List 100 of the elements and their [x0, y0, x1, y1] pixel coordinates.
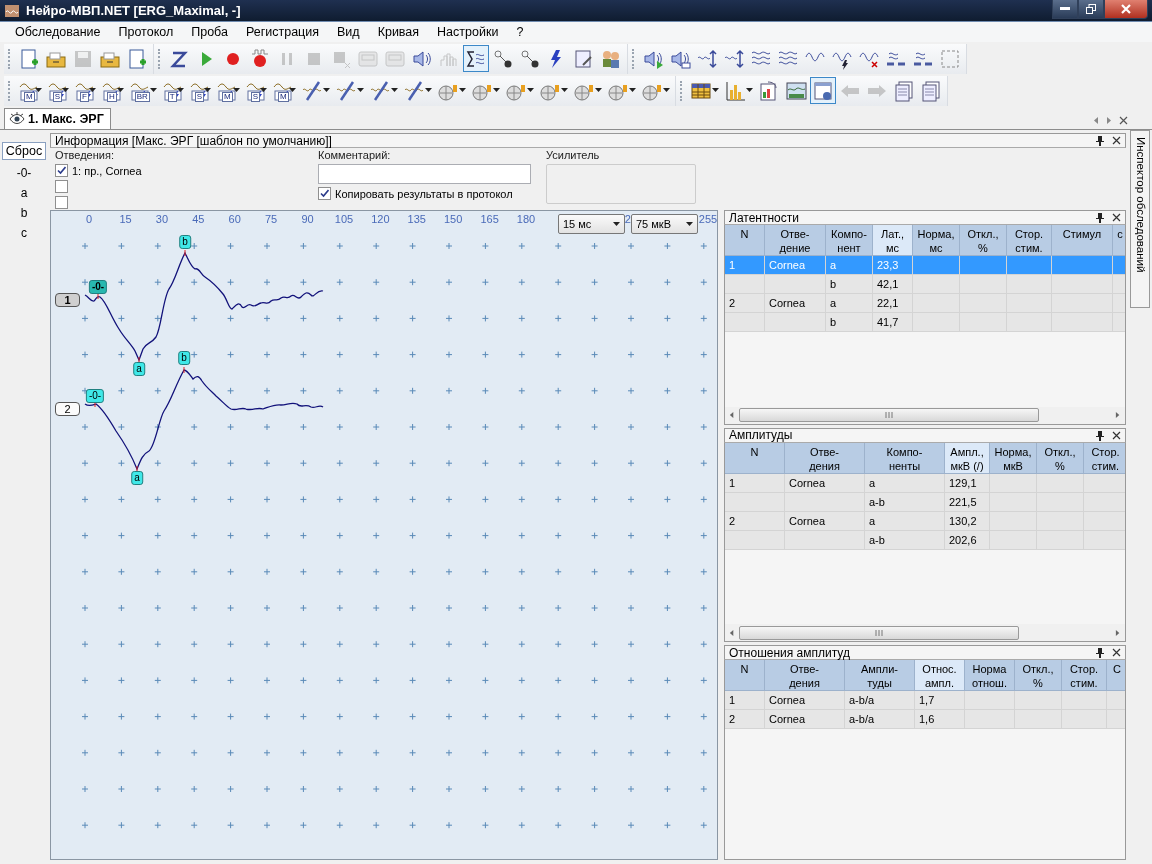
close-button[interactable] — [1104, 0, 1148, 19]
stimulus-wave-button[interactable]: S — [186, 77, 214, 104]
column-header[interactable]: с — [1113, 225, 1125, 256]
sweep-dropdown[interactable]: 15 мс — [558, 214, 625, 234]
column-header[interactable]: Стор. стим. — [1084, 442, 1125, 474]
peak-marker[interactable]: a — [131, 471, 143, 485]
stimulus-wave-button[interactable]: T — [159, 77, 186, 104]
stimulus-wave-button[interactable]: M — [214, 77, 242, 104]
column-header[interactable]: Отве- дения — [785, 442, 865, 474]
column-header[interactable]: Стор. стим. — [1062, 660, 1107, 692]
checkbox[interactable] — [55, 196, 68, 209]
menu-item[interactable]: Регистрация — [236, 25, 329, 39]
column-header[interactable]: Отве- дения — [765, 660, 845, 692]
peak-marker[interactable]: b — [179, 235, 191, 249]
window-info-icon — [811, 79, 834, 102]
peak-marker[interactable]: b — [178, 351, 190, 365]
column-header[interactable]: Ампл., мкВ (/) — [945, 442, 990, 474]
left-arrow-icon — [729, 412, 735, 419]
pin-icon[interactable] — [1096, 212, 1104, 223]
sigma-waves-button[interactable] — [463, 45, 489, 72]
column-header[interactable]: Норма, мкВ — [990, 442, 1037, 474]
column-header[interactable]: Стор. стим. — [1007, 225, 1052, 256]
waveform-plot[interactable]: 0 15 30 45 60 75 90 105 120 135 150 165 180 15 мс 2 75 мкВ 255 1 -0- a b 2 -0- a b — [50, 210, 718, 860]
pin-icon[interactable] — [1096, 135, 1104, 146]
stimulus-wave-button[interactable]: M — [270, 77, 298, 104]
column-header[interactable]: Отве- дение — [765, 225, 826, 256]
checkbox[interactable] — [318, 187, 331, 200]
column-header[interactable]: N — [725, 225, 765, 256]
close-icon[interactable] — [1112, 213, 1121, 222]
column-header[interactable]: Лат., мс — [873, 225, 913, 256]
table-cell — [965, 710, 1015, 730]
column-header[interactable]: Норма, мс — [913, 225, 960, 256]
stimulus-wave-button[interactable]: H — [98, 77, 126, 104]
table-cell: 2 — [725, 710, 765, 730]
stimulus-wave-button[interactable]: BR — [126, 77, 159, 104]
window-info-button[interactable] — [809, 77, 836, 104]
document-tab[interactable]: 1. Макс. ЭРГ — [4, 108, 111, 129]
menu-item[interactable]: Вид — [328, 25, 369, 39]
column-header[interactable]: Откл., % — [1037, 442, 1084, 474]
comment-field[interactable] — [318, 164, 531, 184]
column-header[interactable]: Откл., % — [1015, 660, 1062, 692]
menu-item[interactable]: Протокол — [109, 25, 183, 39]
checkmark-icon — [57, 166, 66, 175]
caret-icon — [34, 87, 42, 94]
pin-icon[interactable] — [1096, 429, 1104, 441]
column-header[interactable]: Стимул — [1052, 225, 1113, 256]
menu-item[interactable]: Настройки — [428, 25, 508, 39]
stimulus-wave-button[interactable]: F — [72, 77, 98, 104]
column-header[interactable]: N — [725, 442, 785, 474]
peak-marker[interactable]: -0- — [88, 280, 108, 294]
minimize-button[interactable] — [1052, 0, 1078, 19]
menu-item[interactable]: ? — [507, 25, 533, 39]
axis-label: 45 — [192, 213, 205, 225]
peak-marker[interactable]: -0- — [85, 389, 105, 403]
reset-button[interactable]: Сброс — [1, 142, 47, 160]
menu-item[interactable]: Проба — [182, 25, 237, 39]
waveform-trace[interactable] — [84, 249, 324, 364]
trace-label[interactable]: 1 — [55, 293, 80, 307]
close-icon[interactable] — [1112, 430, 1121, 440]
minimize-icon — [1060, 7, 1070, 11]
sensitivity-dropdown[interactable]: 75 мкВ — [631, 214, 698, 234]
column-header[interactable]: Норма отнош. — [965, 660, 1015, 692]
column-header[interactable]: Относ. ампл. — [915, 660, 965, 692]
pulse-record-icon — [249, 47, 271, 70]
pin-icon[interactable] — [1096, 647, 1104, 659]
caret-icon — [492, 87, 500, 94]
table-cell: Cornea — [765, 256, 826, 275]
stimulus-wave-button[interactable]: S — [44, 77, 71, 104]
stimulus-wave-button[interactable]: S — [242, 77, 270, 104]
column-header[interactable]: Откл., % — [960, 225, 1007, 256]
column-header[interactable]: С — [1107, 660, 1125, 692]
scrollbar-thumb[interactable] — [739, 408, 1039, 423]
column-header[interactable]: Компо- нент — [826, 225, 873, 256]
checkbox[interactable] — [55, 180, 68, 193]
marker-item[interactable]: a — [20, 186, 28, 200]
table-cell: 41,7 — [873, 313, 913, 332]
horizontal-scrollbar[interactable] — [725, 406, 1125, 424]
scrollbar-thumb[interactable] — [739, 625, 1019, 640]
menu-item[interactable]: Обследование — [6, 25, 110, 39]
close-icon[interactable] — [1112, 648, 1121, 658]
menu-item[interactable]: Кривая — [368, 25, 429, 39]
table-cell — [1113, 313, 1125, 332]
side-tab[interactable]: Инспектор обследований — [1130, 130, 1150, 308]
marker-item[interactable]: -0- — [16, 166, 32, 180]
marker-item[interactable]: c — [21, 226, 27, 240]
checkbox[interactable] — [55, 164, 68, 177]
restore-button[interactable] — [1078, 0, 1104, 19]
peak-marker[interactable]: a — [133, 362, 145, 376]
marker-item[interactable]: b — [20, 206, 28, 220]
horizontal-scrollbar[interactable] — [725, 624, 1125, 642]
right-arrow-icon — [1106, 117, 1113, 124]
close-icon[interactable] — [1119, 116, 1128, 125]
stimulus-wave-button[interactable]: M — [16, 77, 44, 104]
close-icon[interactable] — [1112, 136, 1121, 145]
waveform-trace[interactable] — [84, 366, 324, 473]
caret-icon — [686, 220, 693, 228]
column-header[interactable]: N — [725, 660, 765, 692]
table-cell — [960, 313, 1007, 332]
trace-label[interactable]: 2 — [55, 402, 80, 416]
table-cell — [913, 313, 960, 332]
